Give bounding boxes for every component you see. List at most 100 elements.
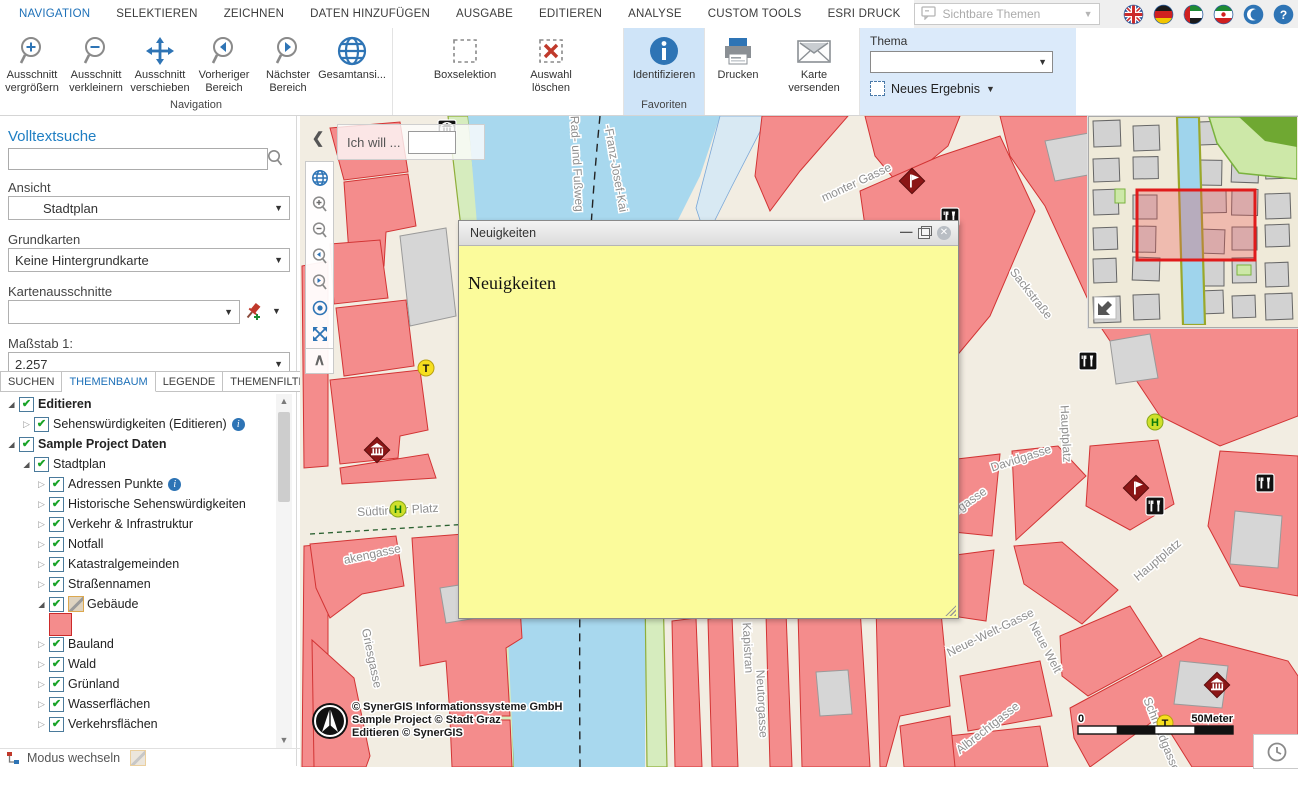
- layer-checkbox[interactable]: ✔: [49, 537, 64, 552]
- layer-checkbox[interactable]: ✔: [19, 437, 34, 452]
- fulltext-search-input[interactable]: [8, 148, 268, 170]
- layer-checkbox[interactable]: ✔: [49, 477, 64, 492]
- identify-button[interactable]: Identifizieren: [624, 28, 704, 99]
- menu-item-esri-druck[interactable]: ESRI DRUCK: [815, 8, 914, 20]
- overview-extent-rectangle[interactable]: [1137, 190, 1255, 260]
- layer-label[interactable]: Sehenswürdigkeiten (Editieren): [53, 417, 227, 431]
- send-map-button[interactable]: Karteversenden: [771, 28, 857, 99]
- expand-node-icon[interactable]: ▷: [35, 719, 48, 730]
- layer-label[interactable]: Verkehrsflächen: [68, 717, 158, 731]
- fulltext-search-heading[interactable]: Volltextsuche: [8, 128, 96, 145]
- zoom-in-button[interactable]: [308, 192, 331, 215]
- ich-will-input[interactable]: [408, 131, 456, 154]
- tab-themenbaum[interactable]: THEMENBAUM: [62, 371, 155, 392]
- layer-label[interactable]: Notfall: [68, 537, 103, 551]
- tree-item-katastralgemeinden[interactable]: ▷✔Katastralgemeinden: [0, 554, 276, 574]
- collapse-node-icon[interactable]: ◢: [20, 460, 33, 469]
- expand-node-icon[interactable]: ▷: [35, 559, 48, 570]
- neuigkeiten-dialog[interactable]: Neuigkeiten — ✕ Neuigkeiten: [458, 220, 959, 619]
- menu-item-analyse[interactable]: ANALYSE: [615, 8, 695, 20]
- pan-extent-button[interactable]: Ausschnittverschieben: [128, 28, 192, 99]
- layer-label[interactable]: Stadtplan: [53, 457, 106, 471]
- expand-node-icon[interactable]: ▷: [35, 659, 48, 670]
- layer-label[interactable]: Bauland: [68, 637, 114, 651]
- previous-view-button[interactable]: [308, 244, 331, 267]
- layer-checkbox[interactable]: ✔: [49, 497, 64, 512]
- zoom-out-extent-button[interactable]: Ausschnittverkleinern: [64, 28, 128, 99]
- zoom-in-extent-button[interactable]: Ausschnittvergrößern: [0, 28, 64, 99]
- layer-label[interactable]: Adressen Punkte: [68, 477, 163, 491]
- tree-item-verkehrsflächen[interactable]: ▷✔ Verkehrsflächen: [0, 714, 276, 734]
- tree-item-straßennamen[interactable]: ▷✔Straßennamen: [0, 574, 276, 594]
- layer-checkbox[interactable]: ✔: [49, 637, 64, 652]
- tree-item-grünland[interactable]: ▷✔Grünland: [0, 674, 276, 694]
- mode-switch-button[interactable]: Modus wechseln: [0, 748, 302, 767]
- menu-item-ausgabe[interactable]: AUSGABE: [443, 8, 526, 20]
- locate-button[interactable]: [308, 296, 331, 319]
- menu-item-selektieren[interactable]: SELEKTIEREN: [103, 8, 210, 20]
- tab-legende[interactable]: LEGENDE: [156, 371, 224, 392]
- layer-label[interactable]: Straßennamen: [68, 577, 151, 591]
- tab-suchen[interactable]: SUCHEN: [0, 371, 62, 392]
- collapse-node-icon[interactable]: ◢: [5, 440, 18, 449]
- layer-label[interactable]: Wasserflächen: [68, 697, 150, 711]
- scroll-down-icon[interactable]: ▼: [276, 733, 292, 748]
- full-extent-button[interactable]: Gesamtansi...: [320, 28, 384, 99]
- full-extent-button[interactable]: [308, 322, 331, 345]
- layer-checkbox[interactable]: ✔: [49, 697, 64, 712]
- tree-item-adressen-punkte[interactable]: ▷✔Adressen Punktei: [0, 474, 276, 494]
- neues-ergebnis-button[interactable]: Neues Ergebnis ▼: [870, 81, 1066, 96]
- search-icon[interactable]: [266, 149, 284, 172]
- minimize-icon[interactable]: —: [900, 228, 911, 239]
- bookmark-dropdown-arrow[interactable]: ▼: [272, 306, 281, 316]
- expand-node-icon[interactable]: ▷: [20, 419, 33, 430]
- layer-checkbox[interactable]: ✔: [49, 717, 64, 732]
- tree-item-sample-project-daten[interactable]: ◢✔ Sample Project Daten: [0, 434, 276, 454]
- globe-button[interactable]: [308, 166, 331, 189]
- flag-germany-icon[interactable]: [1153, 4, 1174, 25]
- layer-checkbox[interactable]: ✔: [49, 677, 64, 692]
- collapse-palette-button[interactable]: ∧: [305, 348, 334, 374]
- overview-map[interactable]: [1088, 116, 1298, 328]
- scrollbar-thumb[interactable]: [278, 412, 290, 502]
- collapse-node-icon[interactable]: ◢: [5, 400, 18, 409]
- layer-checkbox[interactable]: ✔: [49, 557, 64, 572]
- menu-item-daten-hinzufügen[interactable]: DATEN HINZUFÜGEN: [297, 8, 443, 20]
- kartenausschnitte-dropdown[interactable]: ▼: [8, 300, 240, 324]
- resize-handle[interactable]: [945, 605, 956, 616]
- layer-checkbox[interactable]: ✔: [34, 417, 49, 432]
- flag-uk-icon[interactable]: [1123, 4, 1144, 25]
- expand-node-icon[interactable]: ▷: [35, 639, 48, 650]
- expand-node-icon[interactable]: ▷: [35, 499, 48, 510]
- tree-scrollbar[interactable]: ▲ ▼: [276, 394, 292, 748]
- tree-item-editieren[interactable]: ◢✔ Editieren: [0, 394, 276, 414]
- legend-swatch-row[interactable]: [0, 614, 276, 634]
- layer-checkbox[interactable]: ✔: [19, 397, 34, 412]
- tree-item-sehenswürdigkeiten-editieren[interactable]: ▷✔Sehenswürdigkeiten (Editieren)i: [0, 414, 276, 434]
- layer-label[interactable]: Grünland: [68, 677, 119, 691]
- tree-item-bauland[interactable]: ▷✔ Bauland: [0, 634, 276, 654]
- layer-checkbox[interactable]: ✔: [49, 577, 64, 592]
- flag-uae-icon[interactable]: [1183, 4, 1204, 25]
- expand-node-icon[interactable]: ▷: [35, 519, 48, 530]
- layer-label[interactable]: Editieren: [38, 397, 92, 411]
- crescent-icon[interactable]: [1243, 4, 1264, 25]
- layer-label[interactable]: Gebäude: [87, 597, 138, 611]
- layer-checkbox[interactable]: ✔: [49, 597, 64, 612]
- layer-label[interactable]: Sample Project Daten: [38, 437, 167, 451]
- tree-item-notfall[interactable]: ▷✔Notfall: [0, 534, 276, 554]
- collapse-node-icon[interactable]: ◢: [35, 600, 48, 609]
- history-clock-button[interactable]: [1253, 734, 1298, 769]
- tree-item-stadtplan[interactable]: ◢✔Stadtplan: [0, 454, 276, 474]
- tree-item-verkehr-infrastruktur[interactable]: ▷✔Verkehr & Infrastruktur: [0, 514, 276, 534]
- layer-label[interactable]: Wald: [68, 657, 96, 671]
- layer-info-icon[interactable]: i: [168, 478, 181, 491]
- next-extent-button[interactable]: NächsterBereich: [256, 28, 320, 99]
- dialog-titlebar[interactable]: Neuigkeiten — ✕: [459, 221, 958, 246]
- next-view-button[interactable]: [308, 270, 331, 293]
- grundkarten-dropdown[interactable]: Keine Hintergrundkarte ▼: [8, 248, 290, 272]
- restaurant-icon[interactable]: [1079, 352, 1097, 370]
- previous-extent-button[interactable]: VorherigerBereich: [192, 28, 256, 99]
- menu-item-zeichnen[interactable]: ZEICHNEN: [211, 8, 297, 20]
- menu-item-navigation[interactable]: NAVIGATION: [6, 8, 103, 20]
